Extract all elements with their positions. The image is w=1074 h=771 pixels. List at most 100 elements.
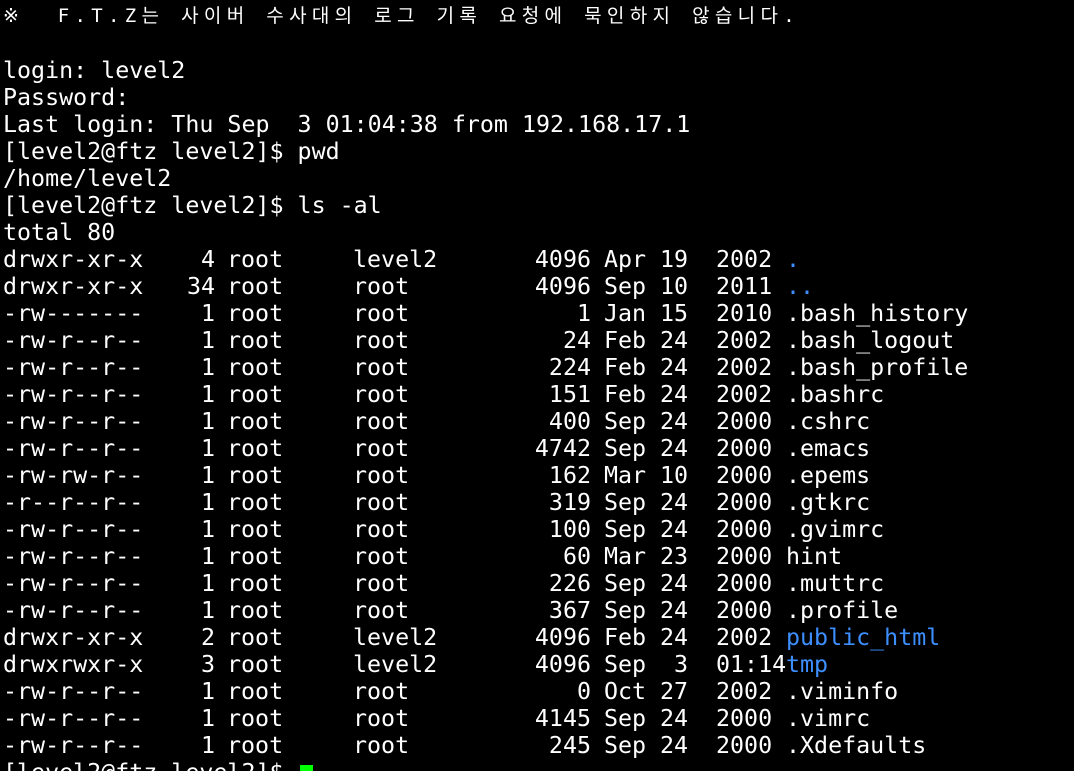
year-or-time: 01:14: [716, 651, 787, 678]
day: 23: [660, 543, 689, 570]
total-line: total 80: [3, 219, 116, 246]
link-count: 1: [200, 597, 215, 624]
owner: root: [227, 597, 284, 624]
group: root: [353, 381, 410, 408]
day: 24: [660, 435, 689, 462]
month: Feb: [604, 354, 647, 381]
listing-row: -rw------- 1 root root 1 Jan 15 2010 .bash_histo…: [3, 300, 1074, 327]
link-count: 1: [200, 381, 215, 408]
listing-row: -rw-r--r-- 1 root root 245 Sep 24 2000 .Xdefault…: [3, 732, 1074, 759]
listing-row: -rw-r--r-- 1 root root 367 Sep 24 2000 .profile: [3, 597, 1074, 624]
owner: root: [227, 570, 284, 597]
file-name: public_html: [786, 624, 941, 651]
link-count: 1: [200, 300, 215, 327]
listing-row: drwxrwxr-x 3 root level2 4096 Sep 3 01:14 tmp: [3, 651, 1074, 678]
file-size: 60: [562, 543, 591, 570]
link-count: 3: [200, 651, 215, 678]
group: root: [353, 543, 410, 570]
file-size: 1: [576, 300, 591, 327]
listing-row: -rw-r--r-- 1 root root 24 Feb 24 2002 .bash_logo…: [3, 327, 1074, 354]
month: Feb: [604, 624, 647, 651]
owner: root: [227, 624, 284, 651]
link-count: 1: [200, 678, 215, 705]
file-size: 4096: [534, 246, 591, 273]
listing-row: -rw-r--r-- 1 root root 60 Mar 23 2000 hint: [3, 543, 1074, 570]
month: Sep: [604, 489, 647, 516]
file-name: .bash_logout: [786, 327, 955, 354]
owner: root: [227, 354, 284, 381]
listing-row: -rw-r--r-- 1 root root 4145 Sep 24 2000 .vimrc: [3, 705, 1074, 732]
year-or-time: 2000: [716, 570, 773, 597]
file-size: 4096: [534, 273, 591, 300]
day: 24: [660, 624, 689, 651]
link-count: 1: [200, 462, 215, 489]
shell-prompt: [level2@ftz level2]$: [3, 192, 298, 219]
file-name: .gtkrc: [786, 489, 871, 516]
listing-row: drwxr-xr-x 34 root root 4096 Sep 10 2011..: [3, 273, 1074, 300]
active-command-line[interactable]: [level2@ftz level2]$: [3, 759, 1074, 771]
month: Sep: [604, 516, 647, 543]
file-name: tmp: [786, 651, 829, 678]
link-count: 1: [200, 354, 215, 381]
owner: root: [227, 678, 284, 705]
year-or-time: 2000: [716, 516, 773, 543]
link-count: 1: [200, 570, 215, 597]
listing-row: -r--r--r-- 1 root root 319 Sep 24 2000 .gtkrc: [3, 489, 1074, 516]
year-or-time: 2002: [716, 327, 773, 354]
file-size: 245: [548, 732, 591, 759]
file-name: .emacs: [786, 435, 871, 462]
listing-row: -rw-r--r-- 1 root root 226 Sep 24 2000 .muttrc: [3, 570, 1074, 597]
file-name: .viminfo: [786, 678, 899, 705]
group: root: [353, 462, 410, 489]
link-count: 1: [200, 327, 215, 354]
login-banner: ※ F.T.Z는 사이버 수사대의 로그 기록 요청에 묵인하지 않습니다.: [3, 5, 801, 27]
group: root: [353, 570, 410, 597]
day: 24: [660, 408, 689, 435]
file-size: 0: [576, 678, 591, 705]
file-name: .profile: [786, 597, 899, 624]
month: Sep: [604, 705, 647, 732]
command-text: ls -al: [297, 192, 382, 219]
owner: root: [227, 273, 284, 300]
password-line: Password:: [3, 84, 130, 111]
link-count: 1: [200, 516, 215, 543]
owner: root: [227, 435, 284, 462]
listing-row: -rw-r--r-- 1 root root 151 Feb 24 2002 .bashrc: [3, 381, 1074, 408]
file-name: .: [786, 246, 801, 273]
day: 24: [660, 570, 689, 597]
day: 24: [660, 381, 689, 408]
year-or-time: 2002: [716, 678, 773, 705]
listing-row: -rw-r--r-- 1 root root 4742 Sep 24 2000 .emacs: [3, 435, 1074, 462]
group: root: [353, 489, 410, 516]
owner: root: [227, 246, 284, 273]
login-line: login: level2: [3, 57, 186, 84]
file-name: .bash_history: [786, 300, 969, 327]
group: level2: [353, 246, 438, 273]
link-count: 1: [200, 543, 215, 570]
file-size: 367: [548, 597, 591, 624]
listing-row: drwxr-xr-x 2 root level2 4096 Feb 24 2002 public…: [3, 624, 1074, 651]
month: Feb: [604, 327, 647, 354]
shell-prompt: [level2@ftz level2]$: [3, 759, 298, 771]
day: 10: [660, 462, 689, 489]
link-count: 1: [200, 408, 215, 435]
day: 10: [660, 273, 689, 300]
owner: root: [227, 462, 284, 489]
day: 24: [660, 516, 689, 543]
file-size: 4096: [534, 651, 591, 678]
group: root: [353, 327, 410, 354]
year-or-time: 2000: [716, 408, 773, 435]
file-size: 4145: [534, 705, 591, 732]
file-size: 226: [548, 570, 591, 597]
group: level2: [353, 624, 438, 651]
owner: root: [227, 489, 284, 516]
terminal-window[interactable]: ※ F.T.Z는 사이버 수사대의 로그 기록 요청에 묵인하지 않습니다. l…: [0, 0, 1074, 771]
owner: root: [227, 408, 284, 435]
group: root: [353, 732, 410, 759]
listing-row: -rw-r--r-- 1 root root 400 Sep 24 2000 .cshrc: [3, 408, 1074, 435]
day: 24: [660, 597, 689, 624]
file-size: 100: [548, 516, 591, 543]
month: Sep: [604, 597, 647, 624]
owner: root: [227, 651, 284, 678]
last-login-line: Last login: Thu Sep 3 01:04:38 from 192.…: [3, 111, 691, 138]
